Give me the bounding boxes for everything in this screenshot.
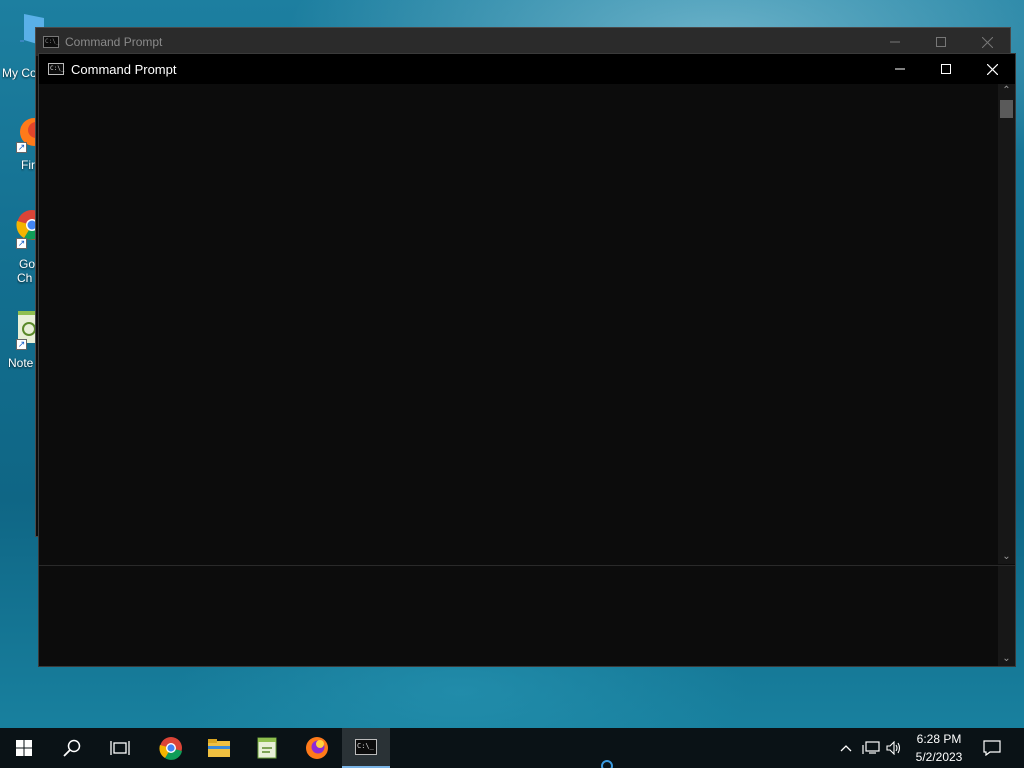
scroll-down-icon[interactable]: ⌄ <box>998 550 1015 564</box>
taskbar: C:\_ 6:28 PM 5/2/2023 <box>0 728 1024 768</box>
taskbar-file-explorer[interactable] <box>195 728 243 768</box>
console-output-area[interactable]: ⌃ ⌄ <box>39 84 1015 564</box>
maximize-button[interactable] <box>918 28 964 56</box>
command-prompt-icon: C:\_ <box>48 63 64 75</box>
window-title: Command Prompt <box>71 61 177 77</box>
minimize-button[interactable] <box>877 54 923 84</box>
clock-time: 6:28 PM <box>916 732 962 746</box>
file-explorer-icon <box>208 739 230 757</box>
chevron-up-icon <box>840 745 852 752</box>
title-bar[interactable]: C:\_ Command Prompt <box>36 28 1010 56</box>
command-prompt-icon: C:\_ <box>43 36 59 48</box>
close-icon <box>986 63 998 75</box>
shortcut-arrow-icon: ↗ <box>16 142 27 153</box>
start-icon <box>16 740 32 756</box>
command-prompt-window[interactable]: C:\_ Command Prompt ⌃ ⌄ ⌄ <box>38 53 1016 667</box>
scroll-up-icon[interactable]: ⌃ <box>998 84 1015 98</box>
network-icon <box>862 741 880 754</box>
vertical-scrollbar[interactable]: ⌃ ⌄ <box>998 84 1015 564</box>
maximize-icon <box>941 64 951 74</box>
volume-button[interactable] <box>882 728 906 768</box>
notification-icon <box>983 740 1001 756</box>
task-view-icon <box>110 741 130 755</box>
taskbar-chrome[interactable] <box>147 728 195 768</box>
minimize-icon <box>895 68 905 70</box>
search-button[interactable] <box>48 728 96 768</box>
taskbar-command-prompt[interactable]: C:\_ <box>342 728 390 768</box>
command-prompt-icon: C:\_ <box>355 739 377 755</box>
close-icon <box>981 36 993 48</box>
window-title: Command Prompt <box>65 35 163 49</box>
firefox-icon <box>306 737 328 759</box>
notepad-icon <box>257 737 277 759</box>
title-bar[interactable]: C:\_ Command Prompt <box>39 54 1015 84</box>
clock[interactable]: 6:28 PM 5/2/2023 <box>909 728 969 768</box>
maximize-icon <box>936 37 946 47</box>
minimize-button[interactable] <box>872 28 918 56</box>
chrome-icon <box>159 737 182 760</box>
close-button[interactable] <box>964 28 1010 56</box>
console-split-area[interactable]: ⌄ <box>39 565 1015 666</box>
scroll-down-icon[interactable]: ⌄ <box>998 652 1015 666</box>
clock-date: 5/2/2023 <box>915 750 963 764</box>
shortcut-arrow-icon: ↗ <box>16 238 27 249</box>
scrollbar-thumb[interactable] <box>1000 100 1013 118</box>
task-view-button[interactable] <box>96 728 144 768</box>
taskbar-notepad[interactable] <box>243 728 291 768</box>
volume-icon <box>886 741 901 755</box>
action-center-button[interactable] <box>972 728 1012 768</box>
show-hidden-icons-button[interactable] <box>836 728 856 768</box>
cortana-ring-icon <box>601 760 613 768</box>
start-button[interactable] <box>0 728 48 768</box>
minimize-icon <box>890 41 900 43</box>
shortcut-arrow-icon: ↗ <box>16 339 27 350</box>
vertical-scrollbar[interactable]: ⌄ <box>998 566 1015 666</box>
close-button[interactable] <box>969 54 1015 84</box>
search-icon <box>63 739 81 757</box>
maximize-button[interactable] <box>923 54 969 84</box>
network-button[interactable] <box>858 728 884 768</box>
taskbar-firefox[interactable] <box>293 728 341 768</box>
